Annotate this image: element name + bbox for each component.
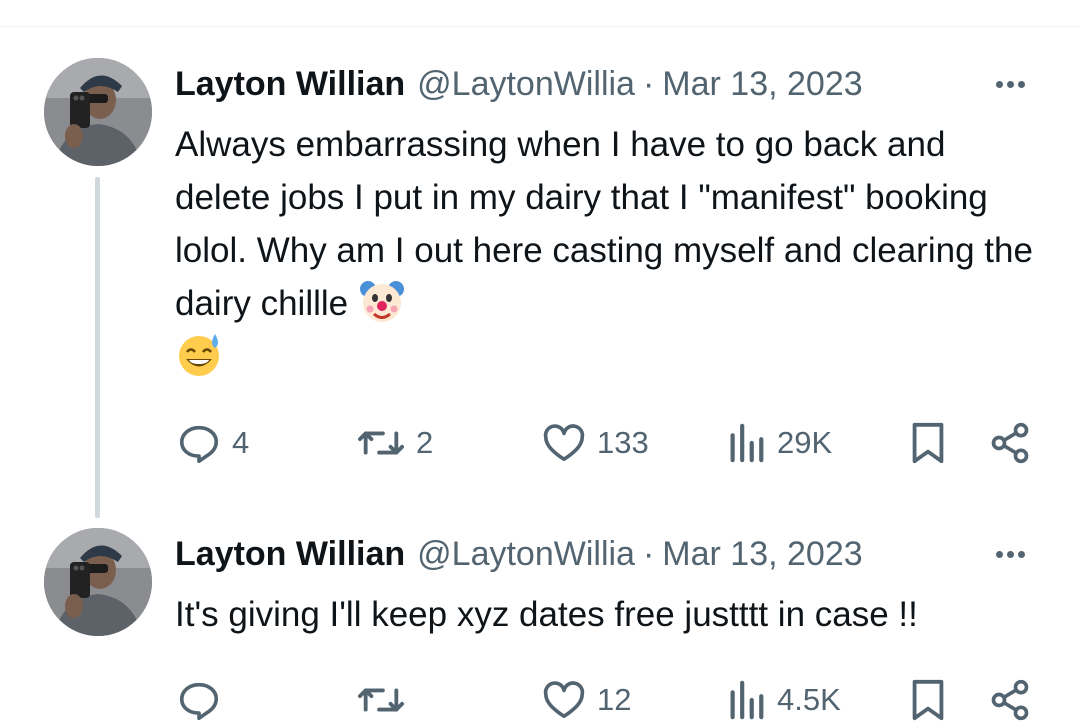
more-icon[interactable]: [988, 64, 1032, 104]
share-icon: [991, 679, 1029, 721]
bookmark-icon: [912, 422, 944, 464]
views-icon: [730, 423, 764, 463]
more-icon[interactable]: [988, 534, 1032, 574]
reply-count: 4: [232, 425, 250, 460]
tweet-text: Always embarrassing when I have to go ba…: [175, 118, 1035, 383]
tweet-text-content: Always embarrassing when I have to go ba…: [175, 125, 1033, 323]
tweet-2[interactable]: Layton Willian @LaytonWillia · Mar 13, 2…: [0, 520, 1080, 725]
views-count: 4.5K: [777, 682, 841, 717]
avatar[interactable]: [44, 528, 152, 636]
retweet-button[interactable]: 2: [356, 418, 433, 468]
tweet-date[interactable]: Mar 13, 2023: [662, 535, 862, 574]
retweet-icon: [357, 431, 404, 455]
tweet-header: Layton Willian @LaytonWillia · Mar 13, 2…: [175, 64, 863, 104]
grinning-sweat-emoji: [179, 334, 219, 376]
reply-icon: [179, 425, 219, 464]
tweet-text: It's giving I'll keep xyz dates free jus…: [175, 588, 1035, 641]
retweet-icon: [357, 688, 404, 712]
tweet-text-content: It's giving I'll keep xyz dates free jus…: [175, 595, 918, 634]
like-count: 133: [597, 425, 649, 460]
views-button[interactable]: 29K: [725, 418, 832, 468]
reply-icon: [179, 682, 219, 721]
avatar[interactable]: [44, 58, 152, 166]
bookmark-button[interactable]: [908, 675, 948, 725]
action-bar: 4 2 133 29K: [0, 418, 1080, 468]
views-icon: [730, 680, 764, 720]
bookmark-icon: [912, 679, 944, 721]
like-button[interactable]: 133: [541, 418, 649, 468]
author-handle[interactable]: @LaytonWillia: [417, 65, 635, 104]
retweet-count: 2: [416, 425, 434, 460]
tweet-header: Layton Willian @LaytonWillia · Mar 13, 2…: [175, 534, 863, 574]
retweet-button[interactable]: [356, 675, 406, 725]
share-button[interactable]: [988, 418, 1032, 468]
heart-icon: [543, 681, 585, 719]
like-count: 12: [597, 682, 632, 717]
like-button[interactable]: 12: [541, 675, 631, 725]
heart-icon: [543, 424, 585, 462]
tweet-1[interactable]: Layton Willian @LaytonWillia · Mar 13, 2…: [0, 0, 1080, 520]
reply-button[interactable]: 4: [176, 418, 249, 468]
separator-dot: ·: [642, 64, 655, 103]
views-button[interactable]: 4.5K: [725, 675, 841, 725]
author-name[interactable]: Layton Willian: [175, 65, 405, 104]
reply-button[interactable]: [176, 675, 222, 725]
author-handle[interactable]: @LaytonWillia: [417, 535, 635, 574]
action-bar: 12 4.5K: [0, 675, 1080, 725]
share-icon: [991, 422, 1029, 464]
author-name[interactable]: Layton Willian: [175, 535, 405, 574]
tweet-date[interactable]: Mar 13, 2023: [662, 65, 862, 104]
separator-dot: ·: [642, 534, 655, 573]
share-button[interactable]: [988, 675, 1032, 725]
clown-face-emoji: [359, 281, 404, 322]
bookmark-button[interactable]: [908, 418, 948, 468]
views-count: 29K: [777, 425, 833, 460]
